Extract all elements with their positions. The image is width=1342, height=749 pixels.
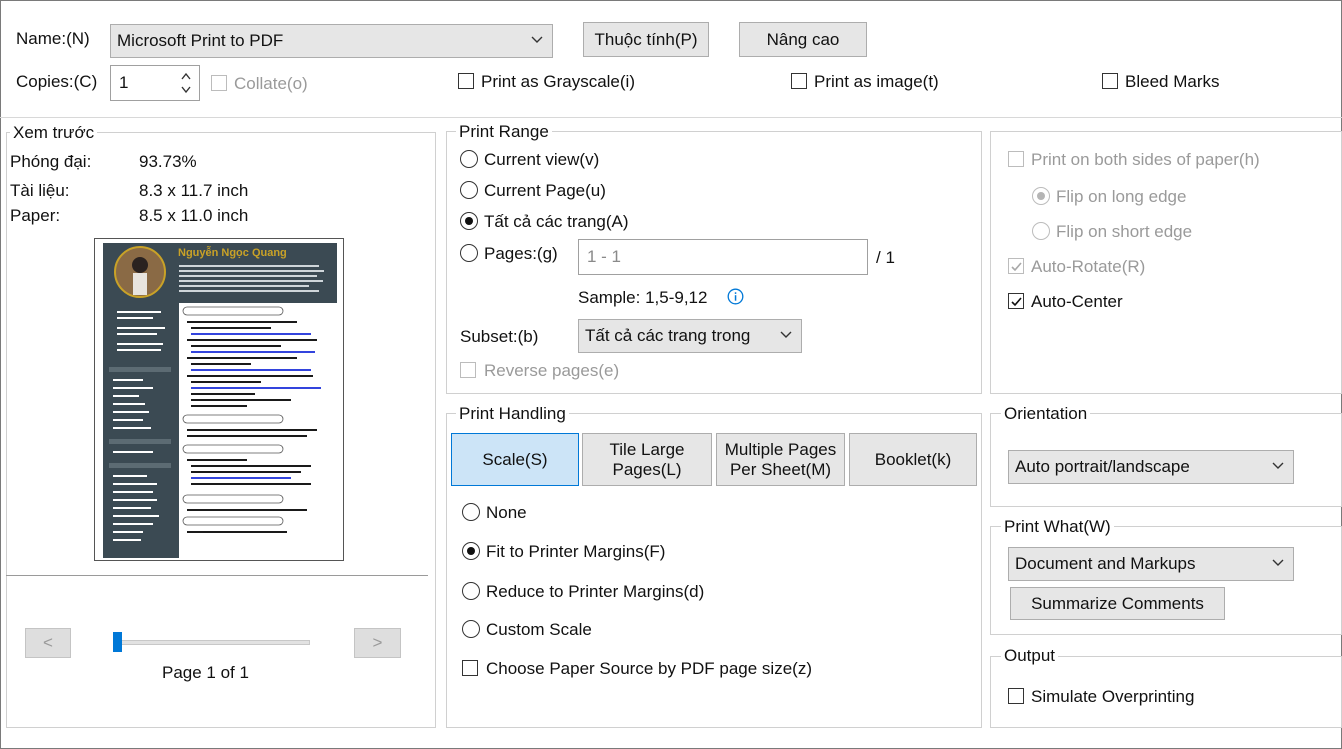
auto-center-label: Auto-Center [1031, 292, 1123, 311]
chevron-down-icon [780, 331, 792, 338]
chevron-down-icon [531, 36, 543, 43]
tab-scale[interactable]: Scale(S) [451, 433, 579, 486]
flip-short-radio[interactable] [1032, 222, 1050, 240]
reverse-pages-checkbox[interactable] [460, 362, 476, 378]
pages-radio[interactable] [460, 244, 478, 262]
all-pages-radio[interactable] [460, 212, 478, 230]
properties-button[interactable]: Thuộc tính(P) [583, 22, 709, 57]
summarize-comments-button[interactable]: Summarize Comments [1010, 587, 1225, 620]
fit-margins-radio[interactable] [462, 542, 480, 560]
reverse-pages-label: Reverse pages(e) [484, 361, 620, 380]
current-page-radio[interactable] [460, 181, 478, 199]
print-as-image-checkbox[interactable] [791, 73, 807, 89]
current-view-label: Current view(v) [484, 150, 600, 169]
reduce-margins-label: Reduce to Printer Margins(d) [486, 582, 705, 601]
next-page-button[interactable]: > [354, 628, 401, 658]
scale-none-label: None [486, 503, 527, 522]
resume-thumbnail [103, 243, 337, 558]
spin-arrows-icon[interactable] [179, 69, 193, 97]
flip-short-label: Flip on short edge [1056, 222, 1193, 241]
page-status: Page 1 of 1 [162, 663, 249, 682]
top-divider [0, 117, 1342, 118]
document-size-label: Tài liệu: [10, 181, 70, 200]
prev-page-button[interactable]: < [25, 628, 71, 658]
auto-center-checkbox[interactable] [1008, 293, 1024, 309]
checkmark-icon [1011, 297, 1022, 307]
pages-input[interactable]: 1 - 1 [578, 239, 868, 275]
bleed-marks-label: Bleed Marks [1125, 72, 1220, 91]
collate-label: Collate(o) [234, 74, 308, 93]
page-slider-thumb[interactable] [113, 632, 122, 652]
checkmark-icon [1011, 262, 1022, 272]
paper-size-label: Paper: [10, 206, 61, 225]
grayscale-checkbox[interactable] [458, 73, 474, 89]
paper-size-value: 8.5 x 11.0 inch [139, 206, 249, 225]
printer-name-select[interactable]: Microsoft Print to PDF [110, 24, 553, 58]
custom-scale-label: Custom Scale [486, 620, 592, 639]
page-slider-track[interactable] [113, 640, 310, 645]
print-handling-title: Print Handling [456, 404, 569, 424]
bleed-marks-checkbox[interactable] [1102, 73, 1118, 89]
print-what-value: Document and Markups [1015, 554, 1196, 573]
custom-scale-radio[interactable] [462, 620, 480, 638]
print-what-title: Print What(W) [1001, 517, 1114, 537]
tab-multiple-pages[interactable]: Multiple Pages Per Sheet(M) [716, 433, 845, 486]
all-pages-label: Tất cả các trang(A) [484, 212, 629, 231]
flip-long-label: Flip on long edge [1056, 187, 1187, 206]
print-as-image-label: Print as image(t) [814, 72, 939, 91]
print-range-title: Print Range [456, 122, 552, 142]
current-page-label: Current Page(u) [484, 181, 606, 200]
orientation-value: Auto portrait/landscape [1015, 457, 1190, 476]
auto-rotate-label: Auto-Rotate(R) [1031, 257, 1146, 276]
info-icon[interactable] [727, 288, 744, 305]
page-preview: Nguyễn Ngọc Quang [94, 238, 344, 561]
resume-name: Nguyễn Ngọc Quang [178, 247, 287, 259]
orientation-title: Orientation [1001, 404, 1091, 424]
current-view-radio[interactable] [460, 150, 478, 168]
collate-checkbox[interactable] [211, 75, 227, 91]
zoom-label: Phóng đại: [10, 152, 92, 171]
copies-spinbox[interactable]: 1 [110, 65, 200, 101]
both-sides-checkbox[interactable] [1008, 151, 1024, 167]
chevron-down-icon [1272, 462, 1284, 469]
advanced-button[interactable]: Nâng cao [739, 22, 867, 57]
subset-label: Subset:(b) [460, 327, 539, 346]
fit-margins-label: Fit to Printer Margins(F) [486, 542, 666, 561]
scale-none-radio[interactable] [462, 503, 480, 521]
both-sides-label: Print on both sides of paper(h) [1031, 150, 1260, 169]
print-what-select[interactable]: Document and Markups [1008, 547, 1294, 581]
tab-tile-large-pages[interactable]: Tile Large Pages(L) [582, 433, 712, 486]
zoom-value: 93.73% [139, 152, 197, 171]
copies-label: Copies:(C) [16, 72, 98, 91]
printer-name-value: Microsoft Print to PDF [117, 31, 284, 50]
preview-divider [6, 575, 428, 576]
output-title: Output [1001, 646, 1059, 666]
paper-source-label: Choose Paper Source by PDF page size(z) [486, 659, 812, 678]
orientation-select[interactable]: Auto portrait/landscape [1008, 450, 1294, 484]
preview-title: Xem trước [10, 123, 98, 143]
pages-total: / 1 [876, 248, 895, 267]
auto-rotate-checkbox[interactable] [1008, 258, 1024, 274]
printer-name-label: Name:(N) [16, 29, 90, 48]
grayscale-label: Print as Grayscale(i) [481, 72, 635, 91]
simulate-overprinting-checkbox[interactable] [1008, 688, 1024, 704]
simulate-overprinting-label: Simulate Overprinting [1031, 687, 1195, 706]
chevron-down-icon [1272, 559, 1284, 566]
subset-value: Tất cả các trang trong [585, 326, 751, 345]
pages-sample: Sample: 1,5-9,12 [578, 288, 708, 307]
tab-booklet[interactable]: Booklet(k) [849, 433, 977, 486]
pages-label: Pages:(g) [484, 244, 558, 263]
flip-long-radio[interactable] [1032, 187, 1050, 205]
paper-source-checkbox[interactable] [462, 660, 478, 676]
document-size-value: 8.3 x 11.7 inch [139, 181, 249, 200]
reduce-margins-radio[interactable] [462, 582, 480, 600]
copies-value: 1 [119, 73, 129, 92]
subset-select[interactable]: Tất cả các trang trong [578, 319, 802, 353]
